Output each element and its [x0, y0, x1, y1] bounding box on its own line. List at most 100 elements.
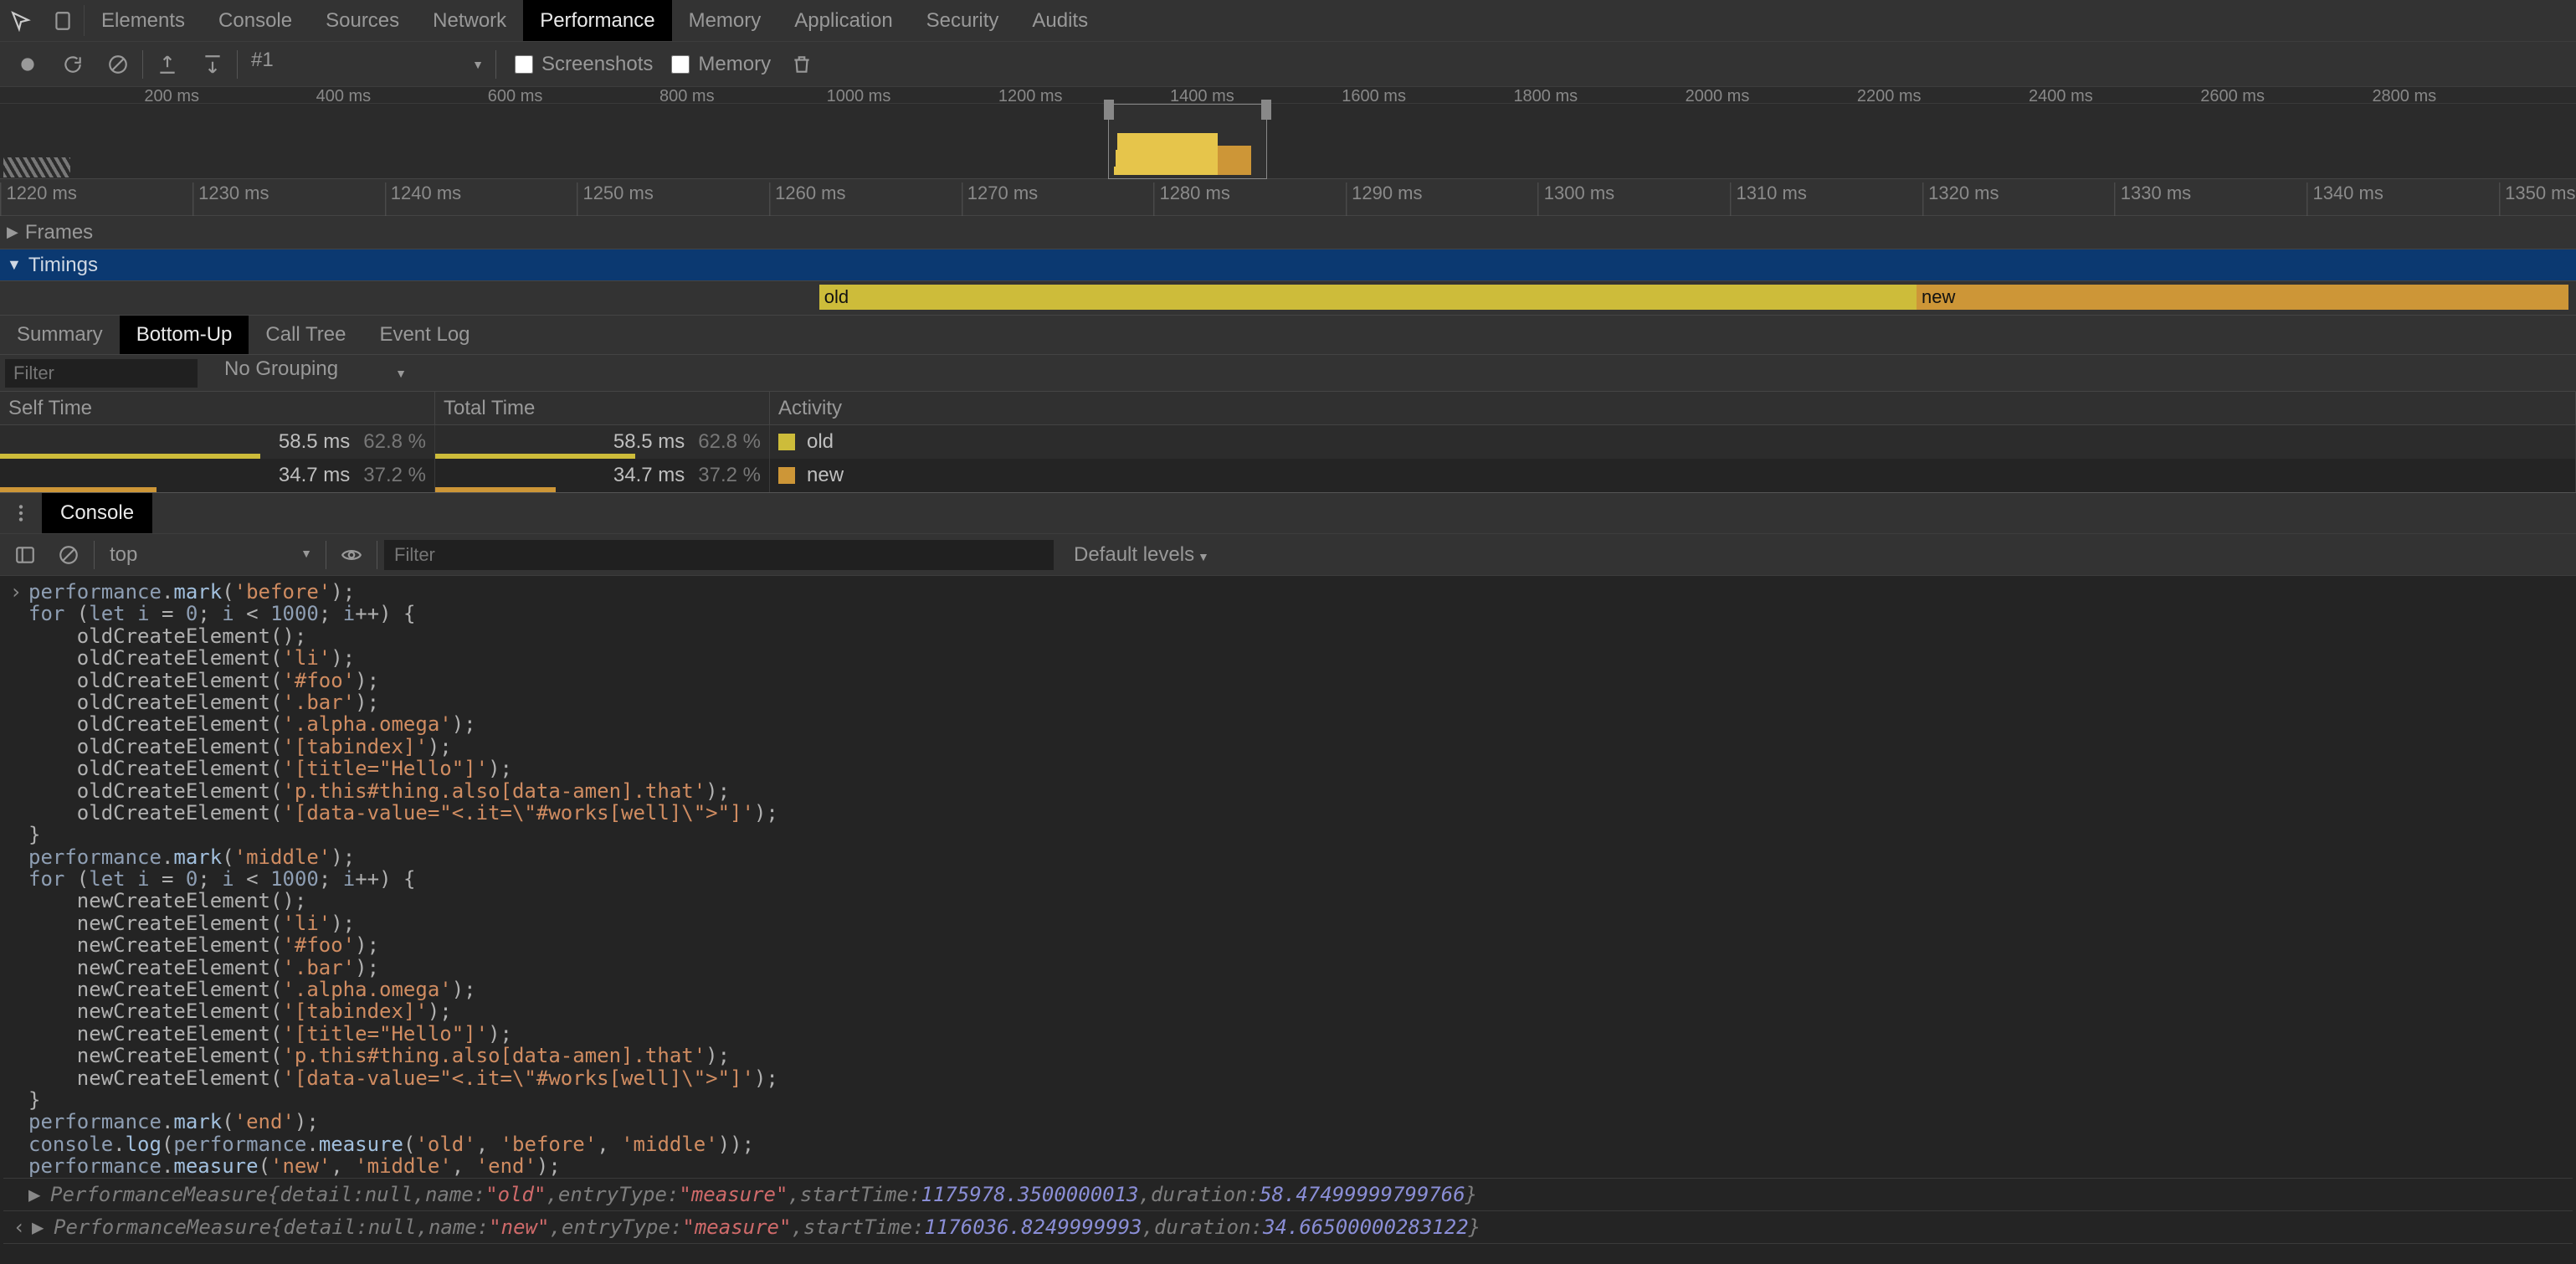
timing-event-old[interactable]: old [819, 285, 1917, 310]
inspect-element-icon[interactable] [0, 0, 42, 41]
context-select[interactable]: top [101, 543, 319, 567]
console-code-line: oldCreateElement('p.this#thing.also[data… [3, 780, 2573, 802]
console-code-line: newCreateElement('[title="Hello"]'); [3, 1023, 2573, 1045]
console-code-line: } [3, 1089, 2573, 1111]
console-code-line: console.log(performance.measure('old', '… [3, 1133, 2573, 1155]
detail-tick: 1330 ms [2115, 182, 2191, 216]
detail-tick: 1350 ms [2499, 182, 2575, 216]
bottomup-header: Self Time Total Time Activity [0, 392, 2576, 425]
detail-ruler[interactable]: 1220 ms1230 ms1240 ms1250 ms1260 ms1270 … [0, 179, 2576, 216]
console-code-line: performance.mark('end'); [3, 1111, 2573, 1133]
panel-tab-sources[interactable]: Sources [309, 0, 416, 41]
detail-tick: 1230 ms [192, 182, 269, 216]
memory-toggle[interactable]: Memory [671, 53, 771, 76]
chevron-down-icon[interactable]: ▼ [7, 256, 22, 274]
console-code-line: newCreateElement('[data-value="<.it=\"#w… [3, 1067, 2573, 1089]
record-icon[interactable] [7, 44, 49, 85]
detail-tick: 1270 ms [962, 182, 1038, 216]
col-activity[interactable]: Activity [770, 392, 2576, 424]
col-selftime[interactable]: Self Time [0, 392, 435, 424]
console-code-line: newCreateElement('[tabindex]'); [3, 1000, 2573, 1022]
clear-icon[interactable] [97, 44, 139, 85]
bottomup-row[interactable]: 34.7 ms37.2 %34.7 ms37.2 %new [0, 459, 2576, 492]
drawer-tab-console[interactable]: Console [42, 493, 152, 533]
timings-label: Timings [28, 254, 98, 277]
details-tabstrip: SummaryBottom-UpCall TreeEvent Log [0, 315, 2576, 355]
panel-tab-application[interactable]: Application [777, 0, 909, 41]
panel-tab-audits[interactable]: Audits [1015, 0, 1105, 41]
timing-event-new[interactable]: new [1917, 285, 2568, 310]
console-code-line: oldCreateElement('#foo'); [3, 670, 2573, 691]
performance-measure-output[interactable]: ▶PerformanceMeasure {detail: null, name:… [3, 1178, 2573, 1210]
panel-tab-elements[interactable]: Elements [85, 0, 202, 41]
bottomup-filterbar: No Grouping [0, 355, 2576, 392]
panel-tab-security[interactable]: Security [910, 0, 1016, 41]
console-code-line: newCreateElement('.alpha.omega'); [3, 979, 2573, 1000]
panel-tab-network[interactable]: Network [416, 0, 523, 41]
detail-tick: 1290 ms [1346, 182, 1422, 216]
screenshots-toggle[interactable]: Screenshots [515, 53, 653, 76]
chevron-right-icon[interactable]: ▶ [7, 224, 18, 241]
console-clear-icon[interactable] [50, 537, 87, 573]
memory-label: Memory [698, 53, 771, 76]
detail-tick: 1310 ms [1730, 182, 1806, 216]
user-timing-events[interactable]: oldnew [0, 281, 2576, 315]
overview-timeline[interactable]: 200 ms400 ms600 ms800 ms1000 ms1200 ms14… [0, 87, 2576, 179]
console-filter-input[interactable] [384, 540, 1054, 570]
details-tab-summary[interactable]: Summary [0, 316, 120, 354]
grouping-select[interactable]: No Grouping [214, 357, 415, 389]
details-tab-call-tree[interactable]: Call Tree [249, 316, 362, 354]
detail-tick: 1340 ms [2307, 182, 2383, 216]
detail-tick: 1300 ms [1538, 182, 1614, 216]
console-code-line: oldCreateElement('li'); [3, 647, 2573, 669]
panel-tab-performance[interactable]: Performance [523, 0, 671, 41]
console-output: ▶PerformanceMeasure {detail: null, name:… [3, 1178, 2573, 1245]
bottomup-filter-input[interactable] [5, 359, 198, 388]
panel-tabs: ElementsConsoleSourcesNetworkPerformance… [85, 0, 1105, 41]
detail-tick: 1260 ms [769, 182, 845, 216]
profile-select[interactable]: #1 [241, 49, 492, 80]
console-code-line: oldCreateElement(); [3, 625, 2573, 647]
track-timings[interactable]: ▼ Timings [0, 249, 2576, 281]
panel-tab-console[interactable]: Console [202, 0, 309, 41]
device-toolbar-icon[interactable] [42, 0, 84, 41]
overview-bars [1114, 133, 1251, 175]
overview-handle-left[interactable] [1104, 100, 1114, 120]
console-input-echo: ›performance.mark('before'); for (let i … [3, 581, 2573, 1178]
screenshots-checkbox[interactable] [515, 55, 533, 74]
load-profile-icon[interactable] [146, 44, 188, 85]
separator [94, 541, 95, 569]
col-totaltime[interactable]: Total Time [435, 392, 770, 424]
console-code-line: performance.measure('new', 'middle', 'en… [3, 1155, 2573, 1177]
console-code-line: oldCreateElement('.bar'); [3, 691, 2573, 713]
memory-checkbox[interactable] [671, 55, 690, 74]
console-drawer-header: Console [0, 492, 2576, 534]
performance-measure-output[interactable]: ‹▶PerformanceMeasure {detail: null, name… [3, 1210, 2573, 1244]
details-tab-event-log[interactable]: Event Log [362, 316, 486, 354]
console-sidebar-toggle-icon[interactable] [7, 537, 44, 573]
devtools-tabstrip: ElementsConsoleSourcesNetworkPerformance… [0, 0, 2576, 42]
save-profile-icon[interactable] [192, 44, 233, 85]
detail-tick: 1320 ms [1922, 182, 1999, 216]
overview-handle-right[interactable] [1261, 100, 1271, 120]
separator [237, 50, 238, 79]
overview-hatch [3, 157, 70, 177]
overview-selection[interactable] [1108, 104, 1268, 179]
separator [142, 50, 143, 79]
live-expression-icon[interactable] [333, 537, 370, 573]
console-body[interactable]: ›performance.mark('before'); for (let i … [0, 576, 2576, 1244]
console-code-line: newCreateElement('p.this#thing.also[data… [3, 1045, 2573, 1066]
track-frames[interactable]: ▶Frames [0, 216, 2576, 249]
panel-tab-memory[interactable]: Memory [672, 0, 778, 41]
gc-trash-icon[interactable] [781, 44, 823, 85]
details-tab-bottom-up[interactable]: Bottom-Up [120, 316, 249, 354]
console-code-line: performance.mark('middle'); [3, 846, 2573, 868]
overview-ruler: 200 ms400 ms600 ms800 ms1000 ms1200 ms14… [0, 87, 2576, 104]
console-code-line: oldCreateElement('[title="Hello"]'); [3, 758, 2573, 779]
log-levels-select[interactable]: Default levels [1074, 543, 1209, 567]
overview-body[interactable] [0, 104, 2576, 179]
bottomup-row[interactable]: 58.5 ms62.8 %58.5 ms62.8 %old [0, 425, 2576, 459]
reload-icon[interactable] [52, 44, 94, 85]
detail-tick: 1240 ms [385, 182, 461, 216]
drawer-menu-icon[interactable] [0, 493, 42, 533]
